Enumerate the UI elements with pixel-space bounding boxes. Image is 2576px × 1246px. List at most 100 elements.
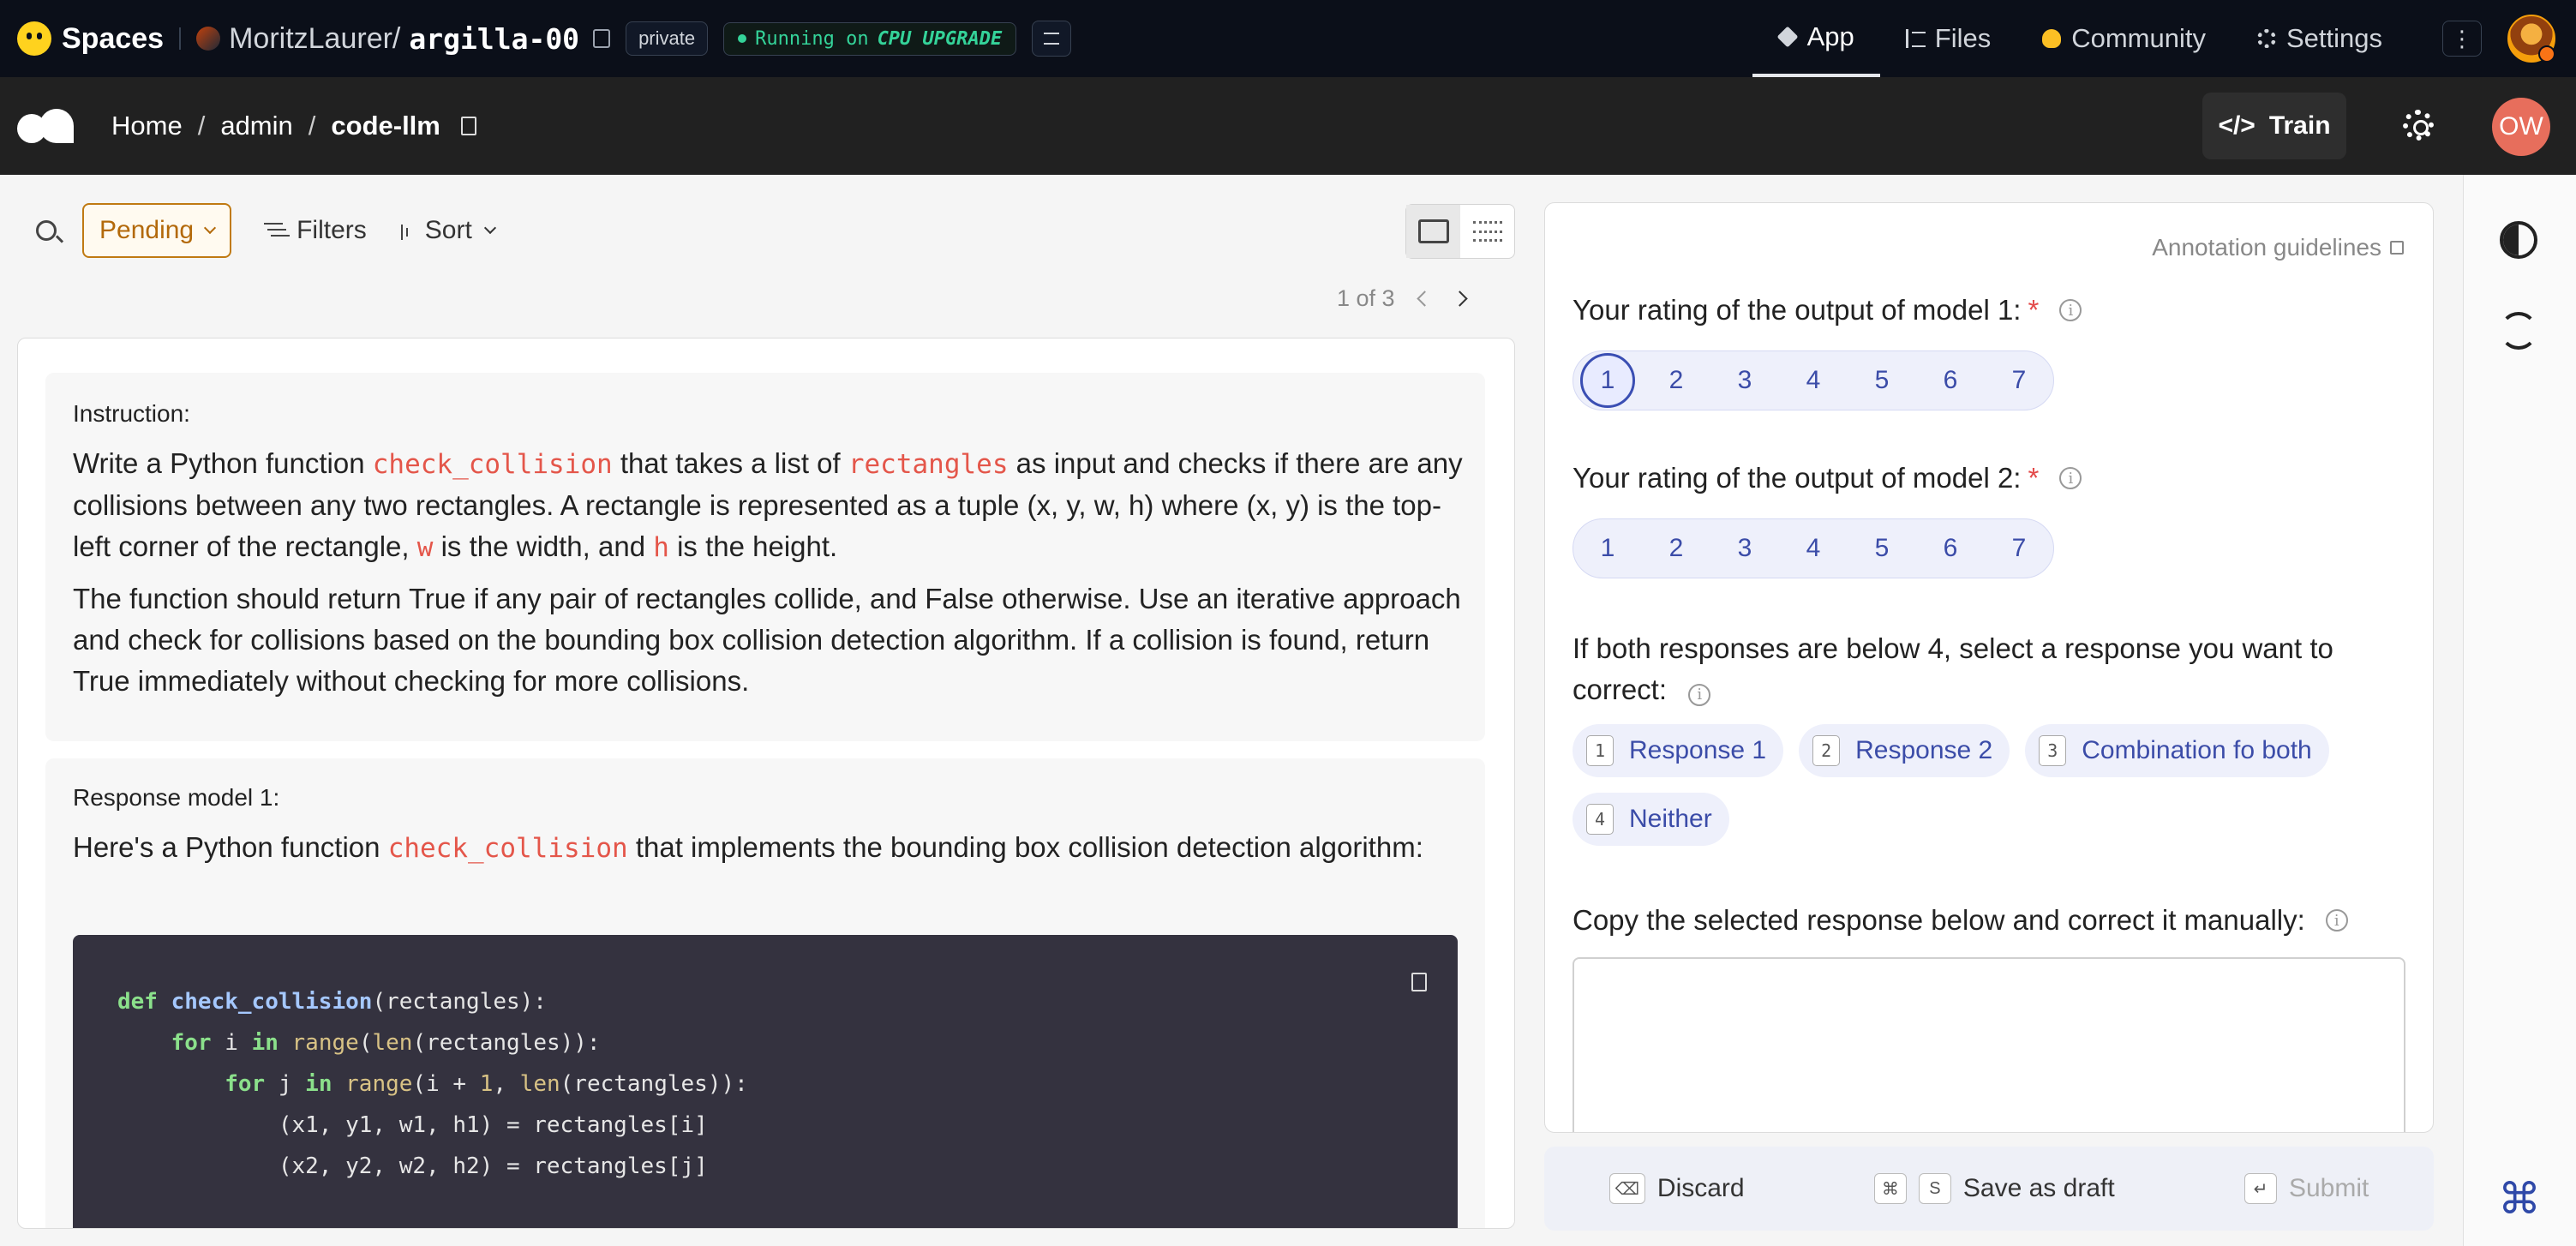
status-dot-icon [738,34,747,43]
copy-code-icon[interactable] [1411,973,1427,991]
response-intro: Here's a Python function check_collision… [73,827,1478,869]
correction-textarea[interactable] [1573,957,2405,1132]
question-label: Copy the selected response below and cor… [1573,904,2305,936]
filter-icon [264,223,284,238]
search-icon[interactable] [36,220,57,241]
rating-option[interactable]: 7 [1985,350,2053,410]
breadcrumb-home[interactable]: Home [111,111,183,141]
rating-option[interactable]: 2 [1642,518,1710,578]
question-corrected-text: Copy the selected response below and cor… [1573,904,2348,937]
repo-name-link[interactable]: argilla-00 [409,22,579,56]
rating-option[interactable]: 2 [1642,350,1710,410]
argilla-logo-icon[interactable] [17,109,74,143]
tab-app[interactable]: App [1752,0,1880,77]
rating-option-label: 2 [1668,366,1684,394]
rating-option[interactable]: 3 [1710,350,1779,410]
text-run: Here's a Python function [73,831,388,863]
tab-community[interactable]: Community [2016,0,2232,77]
rating-option-label: 3 [1737,366,1752,394]
submit-button[interactable]: ↵ Submit [2244,1173,2369,1204]
dark-mode-icon[interactable] [2500,221,2537,259]
bulk-view-button[interactable] [1460,205,1514,258]
pagination-text: 1 of 3 [1337,285,1395,311]
shortcut-key: 4 [1586,804,1614,835]
owner-avatar [196,27,221,51]
choice-label: Combination fo both [2082,736,2312,764]
choice-combination[interactable]: 3 Combination fo both [2025,724,2329,777]
right-sidebar: ⌘ [2463,175,2576,1246]
inline-code: check_collision [387,833,628,864]
response-title: Response model 1: [73,784,280,811]
sort-button[interactable]: Sort [399,216,496,245]
annotation-guidelines-link[interactable]: Annotation guidelines [2152,234,2404,261]
rating-option[interactable]: 7 [1985,518,2053,578]
instruction-paragraph-1: Write a Python function check_collision … [73,443,1478,568]
instruction-paragraph-2: The function should return True if any p… [73,583,1461,697]
filters-button[interactable]: Filters [264,216,367,245]
info-icon[interactable]: i [1688,684,1711,706]
copy-dataset-name-icon[interactable] [460,117,476,135]
rating-option[interactable]: 6 [1916,518,1985,578]
info-icon[interactable]: i [2059,467,2082,489]
shortcut-key: 3 [2039,735,2067,766]
rating-option[interactable]: 6 [1916,350,1985,410]
breadcrumb-separator: / [197,111,206,141]
next-page-icon[interactable] [1451,290,1468,307]
status-badge[interactable]: Running on CPU UPGRADE [723,21,1017,56]
question-label: Your rating of the output of model 1: [1573,294,2022,326]
tab-files-label: Files [1934,23,1992,53]
filters-label: Filters [297,216,367,244]
choice-neither[interactable]: 4 Neither [1573,793,1729,846]
status-filter-dropdown[interactable]: Pending [82,203,232,258]
question-correct-choice: If both responses are below 4, select a … [1573,628,2395,710]
keyboard-shortcuts-icon[interactable]: ⌘ [2498,1174,2541,1224]
choice-response-2[interactable]: 2 Response 2 [1799,724,2010,777]
previous-page-icon[interactable] [1416,290,1433,307]
breadcrumb-separator: / [308,111,316,141]
tab-settings[interactable]: Settings [2232,0,2408,77]
status-filter-label: Pending [99,216,195,244]
rating-option[interactable]: 5 [1848,518,1916,578]
community-icon [2042,29,2062,48]
inline-code: check_collision [372,449,613,480]
user-avatar-initials[interactable]: OW [2492,98,2550,156]
question-label: If both responses are below 4, select a … [1573,632,2333,705]
rating-option[interactable]: 1 [1573,350,1642,410]
choice-response-1[interactable]: 1 Response 1 [1573,724,1784,777]
text-run: that takes a list of [612,447,848,479]
rating-option[interactable]: 4 [1779,350,1848,410]
logs-button[interactable] [1032,21,1072,57]
repo-owner-link[interactable]: MoritzLaurer/ [229,22,400,56]
breadcrumb-workspace[interactable]: admin [220,111,292,141]
spaces-logo[interactable]: Spaces [17,21,164,56]
info-icon[interactable]: i [2325,909,2348,932]
logs-icon [1044,33,1060,45]
discard-button[interactable]: ⌫ Discard [1609,1173,1745,1204]
breadcrumb-dataset: code-llm [331,111,440,141]
code-block: def check_collision(rectangles): for i i… [73,935,1458,1228]
cube-icon [1776,26,1799,48]
settings-gear-icon[interactable] [2403,110,2434,141]
code-icon: </> [2218,111,2255,140]
refresh-icon[interactable] [2500,312,2537,350]
kebab-icon: ⋮ [2451,25,2473,51]
rating-option[interactable]: 3 [1710,518,1779,578]
rating-group-1: 1 2 3 4 5 6 7 [1573,350,2054,410]
save-draft-button[interactable]: ⌘ S Save as draft [1873,1173,2115,1204]
more-options-button[interactable]: ⋮ [2442,21,2482,57]
user-avatar[interactable] [2507,15,2555,63]
record-card: Instruction: Write a Python function che… [17,338,1515,1229]
hf-nav: App Files Community Settings ⋮ [1752,0,2576,77]
info-icon[interactable]: i [2059,299,2082,321]
focus-view-button[interactable] [1406,205,1460,258]
tab-files[interactable]: Files [1880,0,2016,77]
save-draft-label: Save as draft [1962,1174,2115,1202]
rating-option[interactable]: 1 [1573,518,1642,578]
rating-option[interactable]: 5 [1848,350,1916,410]
train-button[interactable]: </> Train [2202,93,2346,159]
instruction-field: Instruction: Write a Python function che… [45,373,1485,741]
rating-option[interactable]: 4 [1779,518,1848,578]
records-toolbar: Pending Filters Sort [17,202,496,259]
single-record-icon [1417,219,1449,243]
copy-icon[interactable] [593,29,611,48]
